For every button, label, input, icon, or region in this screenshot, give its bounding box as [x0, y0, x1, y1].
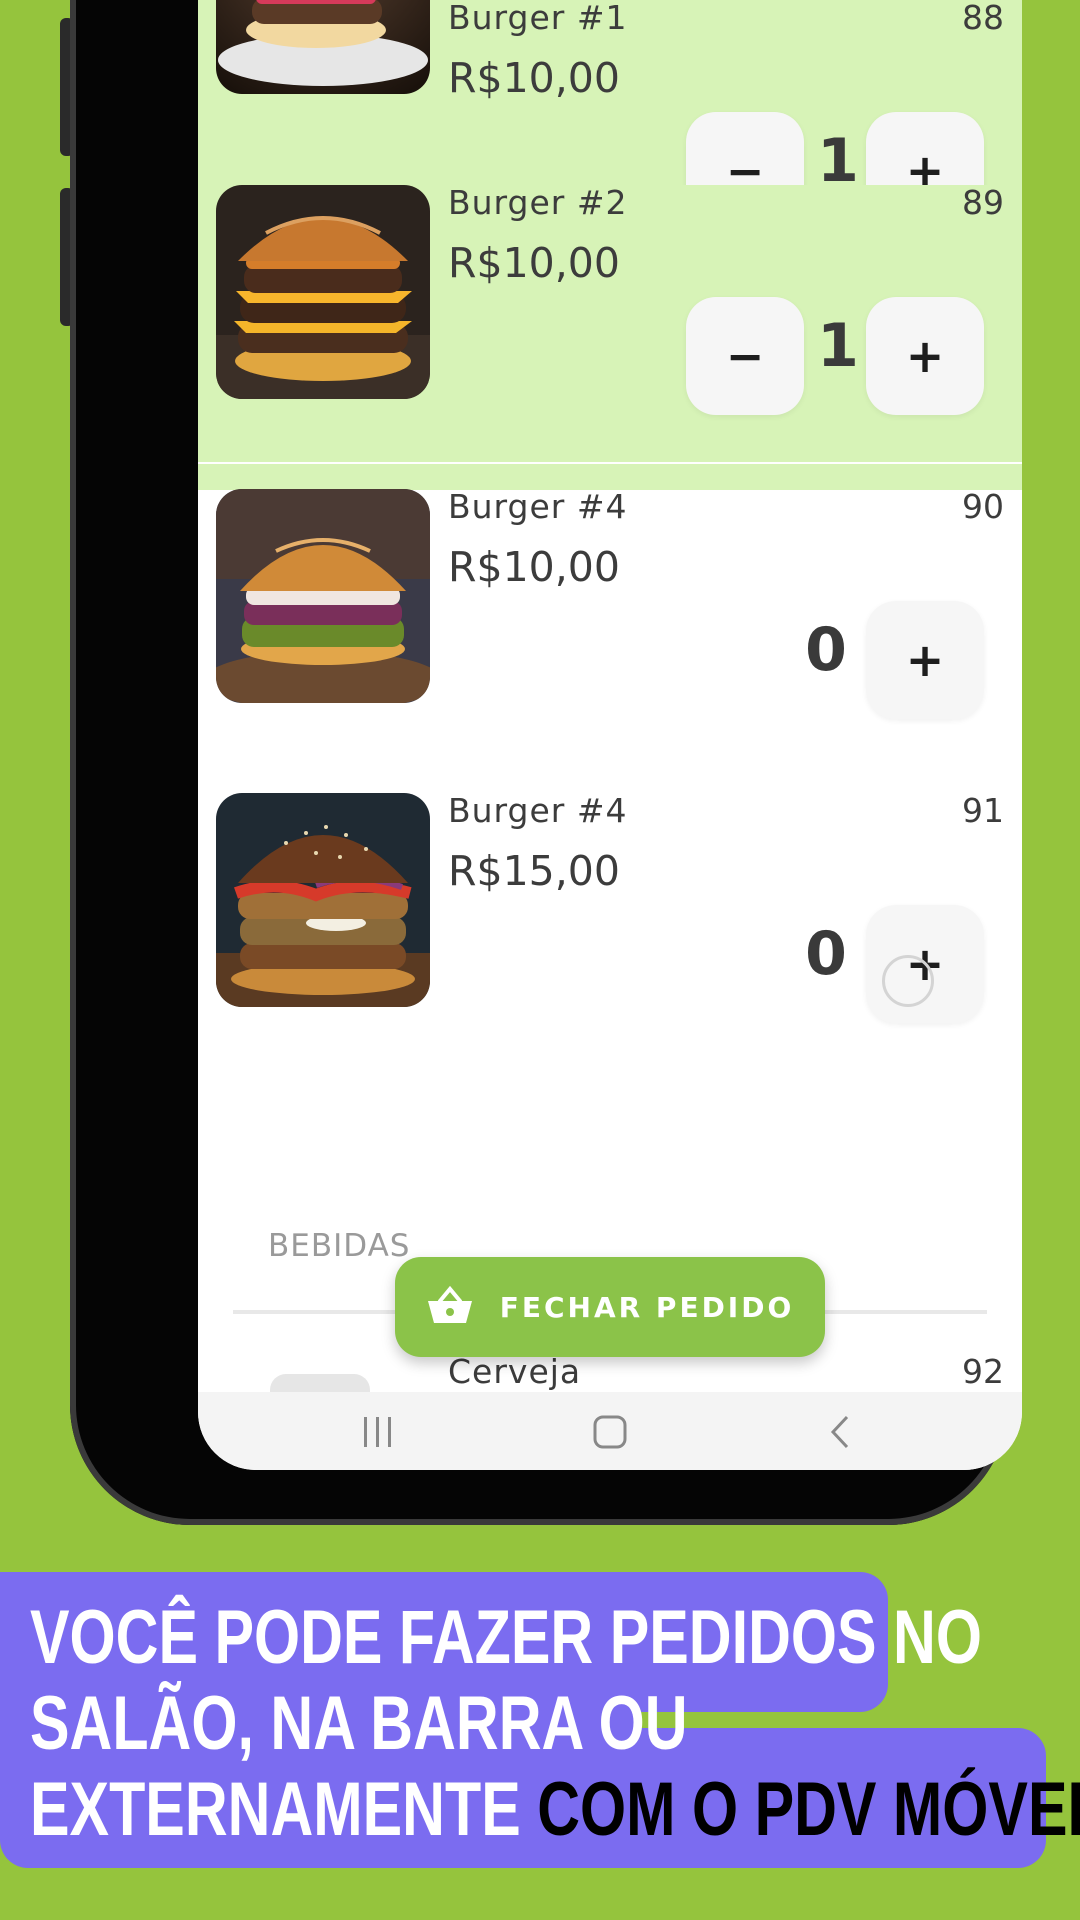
- phone-frame: Burger #1 R$10,00 88 − 1 + Burger #2 R$1…: [70, 0, 1022, 1525]
- product-price: R$10,00: [448, 54, 620, 102]
- close-order-button[interactable]: FECHAR PEDIDO: [395, 1257, 825, 1357]
- product-price: R$10,00: [448, 543, 620, 591]
- caption-line-1: VOCÊ PODE FAZER PEDIDOS NO: [30, 1595, 982, 1680]
- product-row[interactable]: Burger #2 R$10,00 89 − 1 +: [198, 183, 1022, 490]
- product-name: Burger #4: [448, 791, 628, 830]
- product-row[interactable]: Burger #4 R$15,00 91 0 +: [198, 791, 1022, 1098]
- caption-line-3-white: EXTERNAMENTE: [30, 1767, 538, 1852]
- product-code: 91: [962, 791, 1004, 830]
- quantity-value: 0: [805, 615, 847, 685]
- caption-line-2: SALÃO, NA BARRA OU: [30, 1681, 688, 1766]
- quantity-value: 0: [805, 919, 847, 989]
- basket-icon: [426, 1285, 474, 1329]
- quantity-value: 1: [817, 311, 859, 381]
- section-label-bebidas: BEBIDAS: [268, 1228, 411, 1264]
- product-image: [216, 489, 430, 703]
- system-nav-bar: [198, 1392, 1022, 1470]
- product-image: [216, 793, 430, 1007]
- product-name: Burger #1: [448, 0, 628, 37]
- touch-ripple-indicator: [882, 955, 934, 1007]
- product-image: [216, 185, 430, 399]
- product-name: Cerveja: [448, 1352, 582, 1391]
- product-row[interactable]: Burger #4 R$10,00 90 0 +: [198, 487, 1022, 794]
- increase-button[interactable]: +: [866, 297, 984, 415]
- caption-highlight: COM O PDV MÓVEL: [537, 1767, 1080, 1852]
- close-order-label: FECHAR PEDIDO: [499, 1290, 795, 1324]
- decrease-button[interactable]: −: [686, 297, 804, 415]
- home-icon[interactable]: [580, 1402, 640, 1462]
- back-icon[interactable]: [810, 1402, 870, 1462]
- product-row[interactable]: Burger #1 R$10,00 88 − 1 +: [198, 0, 1022, 230]
- caption-line-3: EXTERNAMENTE COM O PDV MÓVEL.: [30, 1766, 1080, 1853]
- recents-icon[interactable]: [348, 1402, 408, 1462]
- product-code: 89: [962, 183, 1004, 222]
- product-price: R$10,00: [448, 239, 620, 287]
- product-code: 92: [962, 1352, 1004, 1391]
- app-screen: Burger #1 R$10,00 88 − 1 + Burger #2 R$1…: [198, 0, 1022, 1470]
- product-code: 90: [962, 487, 1004, 526]
- product-name: Burger #4: [448, 487, 628, 526]
- product-image: [216, 0, 430, 94]
- product-name: Burger #2: [448, 183, 628, 222]
- product-price: R$15,00: [448, 847, 620, 895]
- increase-button[interactable]: +: [866, 601, 984, 719]
- product-code: 88: [962, 0, 1004, 37]
